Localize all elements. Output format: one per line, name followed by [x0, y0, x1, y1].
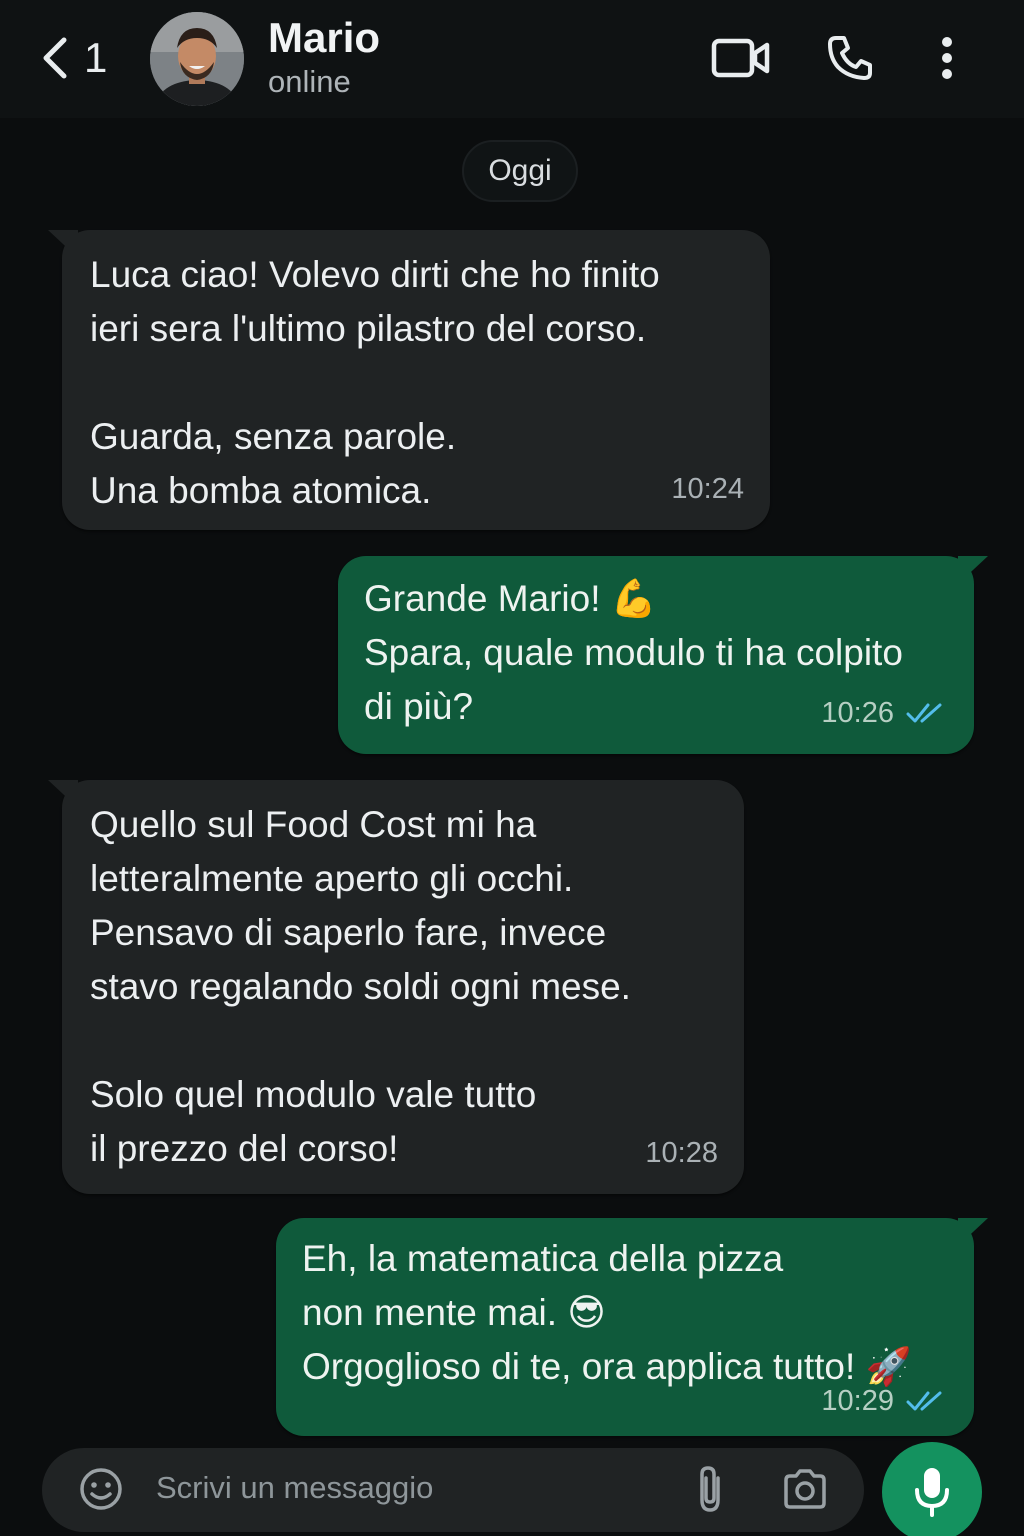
- message-composer[interactable]: Scrivi un messaggio: [42, 1448, 864, 1532]
- emoji-icon[interactable]: [78, 1466, 124, 1512]
- message-text: Eh, la matematica della pizza non mente …: [302, 1238, 912, 1387]
- message-input[interactable]: Scrivi un messaggio: [156, 1470, 433, 1506]
- message-time: 10:28: [645, 1137, 718, 1169]
- avatar[interactable]: [150, 12, 244, 106]
- message-meta: 10:26: [821, 686, 948, 740]
- video-call-button[interactable]: [706, 30, 776, 86]
- chevron-left-icon: [43, 37, 67, 79]
- contact-name[interactable]: Mario: [268, 14, 380, 62]
- double-check-icon: [906, 703, 942, 723]
- chat-header: 1 Mario online: [0, 0, 1024, 118]
- unread-count: 1: [84, 34, 108, 81]
- message-text: Quello sul Food Cost mi ha letteralmente…: [90, 804, 631, 1169]
- message-bubble-incoming[interactable]: Luca ciao! Volevo dirti che ho finito ie…: [48, 230, 770, 530]
- message-bubble-outgoing[interactable]: Grande Mario! 💪 Spara, quale modulo ti h…: [338, 556, 988, 754]
- message-bubble-outgoing[interactable]: Eh, la matematica della pizza non mente …: [276, 1218, 988, 1436]
- message-meta: 10:28: [645, 1126, 718, 1180]
- message-time: 10:29: [821, 1385, 894, 1417]
- camera-icon[interactable]: [782, 1468, 828, 1510]
- contact-status: online: [268, 64, 351, 99]
- video-call-icon: [711, 38, 770, 78]
- bubble-tail: [48, 780, 78, 808]
- message-list[interactable]: Oggi Luca ciao! Volevo dirti che ho fini…: [0, 118, 1024, 1448]
- back-button[interactable]: 1: [40, 30, 130, 86]
- message-bubble-incoming[interactable]: Quello sul Food Cost mi ha letteralmente…: [48, 780, 744, 1194]
- bubble-tail: [48, 230, 78, 258]
- double-check-icon: [906, 1391, 942, 1411]
- voice-message-button[interactable]: [882, 1442, 982, 1536]
- message-time: 10:24: [671, 473, 744, 505]
- date-separator: Oggi: [462, 140, 578, 202]
- message-text: Luca ciao! Volevo dirti che ho finito ie…: [90, 254, 660, 511]
- microphone-icon: [915, 1468, 949, 1517]
- phone-icon: [828, 36, 872, 80]
- chat-screen: 1 Mario online Oggi Luca ciao! Volevo di…: [0, 0, 1024, 1536]
- voice-call-button[interactable]: [822, 30, 878, 86]
- message-time: 10:26: [821, 697, 894, 729]
- more-vertical-icon: [942, 37, 952, 79]
- message-meta: 10:29: [821, 1374, 948, 1428]
- avatar-image: [150, 12, 244, 106]
- more-options-button[interactable]: [925, 30, 969, 86]
- paperclip-icon[interactable]: [692, 1464, 728, 1514]
- message-meta: 10:24: [671, 462, 744, 516]
